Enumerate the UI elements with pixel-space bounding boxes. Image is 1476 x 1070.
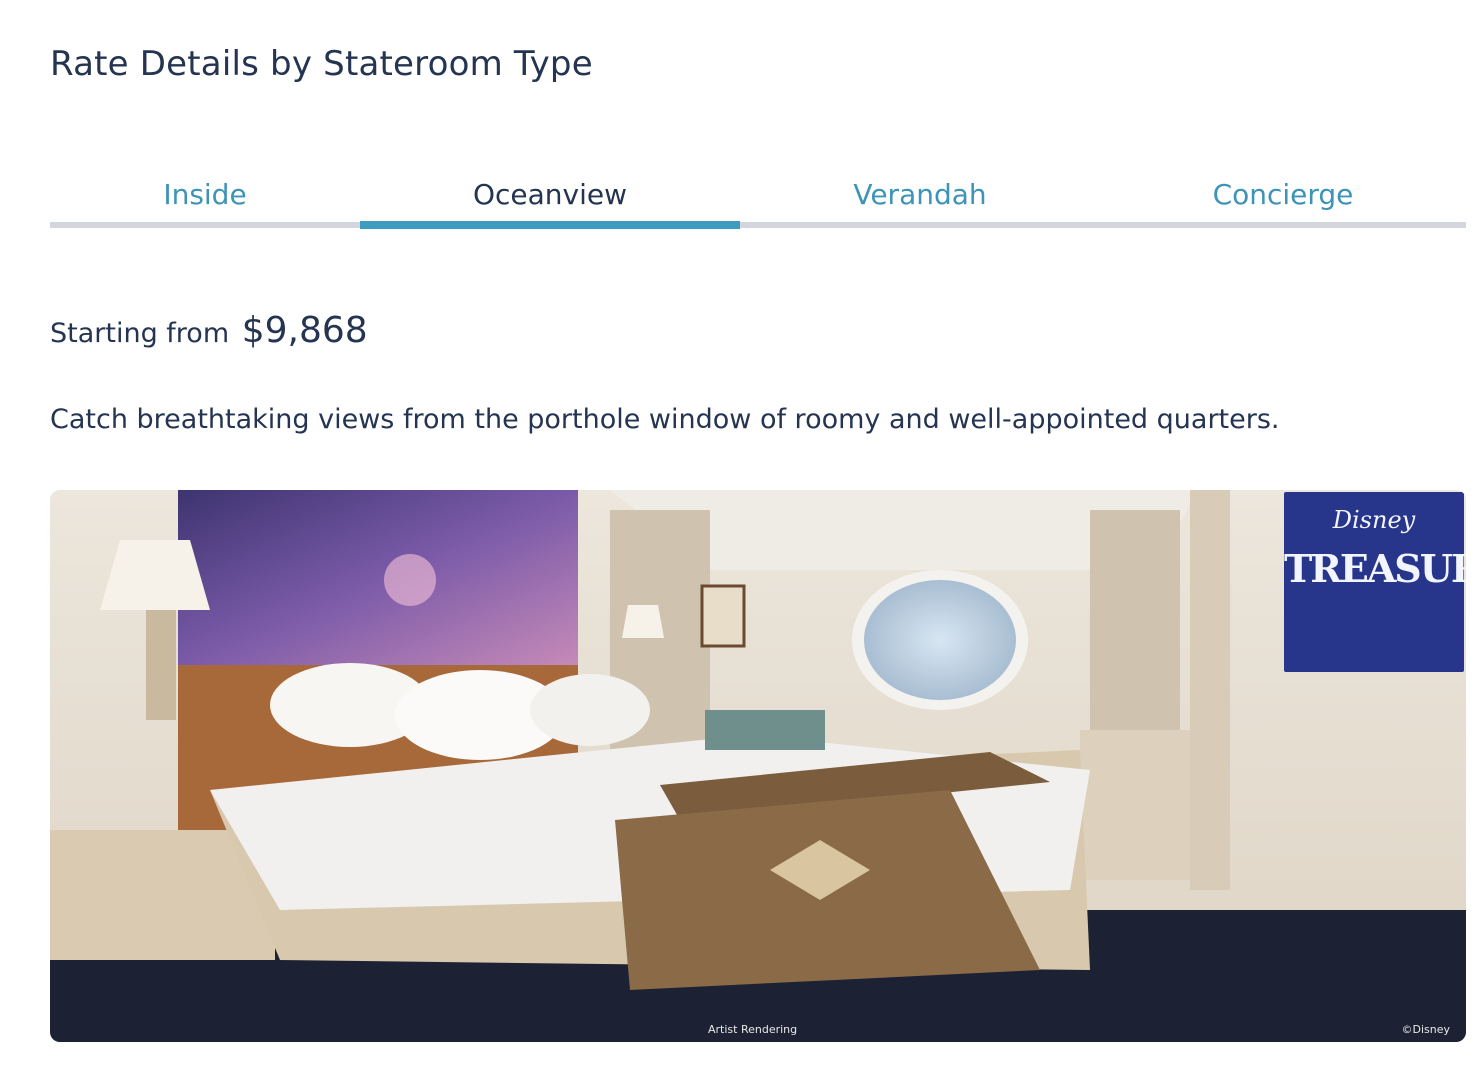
page: Rate Details by Stateroom Type Inside Oc…: [0, 0, 1476, 1070]
price-value: $9,868: [241, 310, 368, 351]
tab-underline: [1100, 222, 1466, 228]
stateroom-illustration: [50, 490, 1466, 1042]
sofa: [705, 710, 825, 750]
tab-label: Inside: [163, 177, 247, 211]
page-title: Rate Details by Stateroom Type: [50, 44, 593, 84]
porthole-window: [864, 580, 1016, 700]
tv-logo-disney: Disney: [1332, 506, 1416, 534]
framed-map: [700, 584, 746, 648]
tab-verandah[interactable]: Verandah: [740, 160, 1100, 228]
vanity: [1080, 730, 1190, 880]
tab-oceanview[interactable]: Oceanview: [360, 160, 740, 229]
tab-underline: [740, 222, 1100, 228]
price-prefix: Starting from: [50, 318, 230, 349]
stateroom-description: Catch breathtaking views from the portho…: [50, 404, 1280, 435]
tab-underline: [50, 222, 360, 228]
stateroom-tabs: Inside Oceanview Verandah Concierge: [50, 160, 1466, 236]
mural: [178, 490, 578, 665]
tab-concierge[interactable]: Concierge: [1100, 160, 1466, 228]
tab-label: Concierge: [1212, 177, 1354, 211]
tab-inside[interactable]: Inside: [50, 160, 360, 228]
palace-shape: [384, 554, 436, 606]
pillow: [530, 674, 650, 746]
tab-label: Oceanview: [472, 177, 628, 211]
tab-underline-active: [360, 221, 740, 229]
lamp-shade-right: [622, 605, 664, 638]
artist-rendering-caption: Artist Rendering: [708, 1023, 798, 1036]
wardrobe: [1190, 490, 1230, 890]
tv-screen: Disney TREASURE: [1284, 492, 1466, 672]
starting-price: Starting from $9,868: [50, 310, 368, 351]
stateroom-photo: Disney TREASURE Artist Rendering ©Disney: [50, 490, 1466, 1042]
copyright-caption: ©Disney: [1401, 1023, 1450, 1036]
tv-logo-treasure: TREASURE: [1284, 546, 1466, 591]
tab-label: Verandah: [853, 177, 987, 211]
